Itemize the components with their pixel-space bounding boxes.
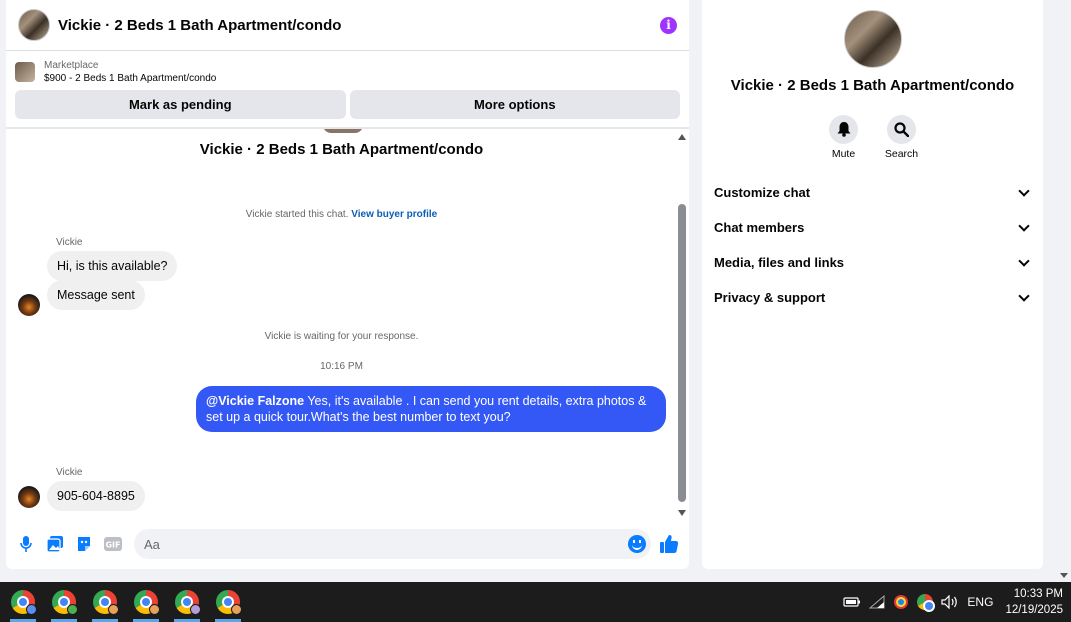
emoji-icon[interactable]: [628, 535, 646, 553]
profile-icon: [108, 604, 119, 615]
profile-icon: [67, 604, 78, 615]
taskbar-chrome-6[interactable]: [212, 582, 244, 622]
menu-item-label: Media, files and links: [714, 255, 845, 270]
marketplace-listing[interactable]: Marketplace $900 - 2 Beds 1 Bath Apartme…: [6, 51, 689, 87]
chat-started-note: Vickie started this chat. View buyer pro…: [6, 209, 677, 220]
wifi-icon[interactable]: [869, 595, 885, 609]
chat-title[interactable]: Vickie · 2 Beds 1 Bath Apartment/condo: [58, 17, 660, 34]
volume-icon[interactable]: [941, 595, 959, 609]
svg-text:GIF: GIF: [105, 541, 120, 550]
listing-title: $900 - 2 Beds 1 Bath Apartment/condo: [44, 73, 217, 84]
conversation-title: Vickie · 2 Beds 1 Bath Apartment/condo: [199, 141, 484, 158]
more-options-button[interactable]: More options: [349, 90, 680, 119]
chat-started-text: Vickie started this chat.: [245, 209, 349, 220]
chat-panel: Vickie · 2 Beds 1 Bath Apartment/condo i…: [6, 0, 689, 569]
scroll-up-arrow[interactable]: [678, 134, 686, 140]
waiting-note: Vickie is waiting for your response.: [264, 331, 419, 342]
search-label: Search: [884, 148, 919, 160]
chevron-down-icon: [1018, 184, 1030, 197]
outgoing-message[interactable]: @Vickie Falzone Yes, it's available . I …: [196, 386, 666, 432]
details-title: Vickie · 2 Beds 1 Bath Apartment/condo: [730, 77, 1015, 94]
chrome-tray-icon[interactable]: [917, 594, 936, 612]
taskbar-chrome-2[interactable]: [48, 582, 80, 622]
menu-item-label: Chat members: [714, 220, 805, 235]
chrome-icon: [917, 594, 936, 612]
clock-date: 12/19/2025: [1005, 604, 1063, 616]
photos-app-icon[interactable]: [893, 594, 909, 610]
like-icon[interactable]: [659, 534, 679, 554]
view-buyer-profile-link[interactable]: View buyer profile: [351, 209, 437, 220]
marketplace-label: Marketplace: [44, 60, 99, 71]
message-sender: Vickie: [56, 467, 83, 478]
scroll-down-arrow[interactable]: [678, 510, 686, 516]
menu-media-files-links[interactable]: Media, files and links: [702, 245, 1043, 280]
profile-icon: [26, 604, 37, 615]
listing-thumbnail: [15, 62, 35, 82]
clock[interactable]: 10:33 PM 12/19/2025: [1005, 586, 1063, 618]
incoming-message[interactable]: Hi, is this available?: [47, 251, 178, 281]
sender-avatar[interactable]: [18, 294, 40, 316]
mention[interactable]: @Vickie Falzone: [206, 394, 304, 408]
taskbar: ENG 10:33 PM 12/19/2025: [0, 582, 1071, 622]
details-menu: Customize chat Chat members Media, files…: [702, 175, 1043, 315]
page-scrollbar[interactable]: [1057, 0, 1071, 582]
clock-time: 10:33 PM: [1013, 588, 1063, 600]
menu-item-label: Privacy & support: [714, 290, 826, 305]
search-icon[interactable]: [887, 115, 916, 144]
chevron-down-icon: [1018, 254, 1030, 267]
profile-icon: [190, 604, 201, 615]
details-avatar[interactable]: [844, 10, 902, 68]
chat-header: Vickie · 2 Beds 1 Bath Apartment/condo i: [6, 0, 689, 51]
taskbar-chrome-1[interactable]: [7, 582, 39, 622]
photo-icon[interactable]: [45, 534, 65, 554]
message-timestamp: 10:16 PM: [320, 361, 363, 372]
taskbar-chrome-4[interactable]: [130, 582, 162, 622]
system-tray: ENG 10:33 PM 12/19/2025: [843, 582, 1071, 622]
bell-icon[interactable]: [829, 115, 858, 144]
conversation-avatar: [323, 129, 363, 133]
menu-chat-members[interactable]: Chat members: [702, 210, 1043, 245]
taskbar-chrome-3[interactable]: [89, 582, 121, 622]
gif-icon[interactable]: GIF: [103, 534, 123, 554]
message-scrollbar[interactable]: [677, 130, 687, 518]
message-input-placeholder: Aa: [144, 536, 160, 552]
microphone-icon[interactable]: [16, 534, 36, 554]
chevron-down-icon: [1018, 289, 1030, 302]
message-list: Vickie · 2 Beds 1 Bath Apartment/condo V…: [6, 129, 677, 519]
info-icon[interactable]: i: [660, 16, 677, 34]
battery-icon[interactable]: [843, 596, 861, 608]
composer: GIF Aa: [6, 524, 689, 564]
chevron-down-icon: [1018, 219, 1030, 232]
sticker-icon[interactable]: [74, 534, 94, 554]
details-actions: Mute Search: [702, 115, 1043, 160]
profile-icon: [149, 604, 160, 615]
mute-button[interactable]: Mute: [828, 115, 860, 160]
language-indicator[interactable]: ENG: [967, 595, 993, 609]
mute-label: Mute: [831, 148, 856, 160]
details-panel: Vickie · 2 Beds 1 Bath Apartment/condo M…: [702, 0, 1043, 569]
page-scroll-down-arrow[interactable]: [1060, 573, 1068, 578]
incoming-message[interactable]: 905-604-8895: [47, 481, 145, 511]
menu-privacy-support[interactable]: Privacy & support: [702, 280, 1043, 315]
menu-customize-chat[interactable]: Customize chat: [702, 175, 1043, 210]
scroll-thumb[interactable]: [678, 204, 686, 502]
sender-avatar[interactable]: [18, 486, 40, 508]
incoming-message[interactable]: Message sent: [47, 280, 145, 310]
chat-avatar[interactable]: [18, 9, 50, 41]
menu-item-label: Customize chat: [714, 185, 811, 200]
search-button[interactable]: Search: [884, 115, 919, 160]
message-input[interactable]: Aa: [134, 529, 651, 559]
profile-icon: [231, 604, 242, 615]
message-sender: Vickie: [56, 237, 83, 248]
mark-pending-button[interactable]: Mark as pending: [15, 90, 346, 119]
taskbar-chrome-5[interactable]: [171, 582, 203, 622]
